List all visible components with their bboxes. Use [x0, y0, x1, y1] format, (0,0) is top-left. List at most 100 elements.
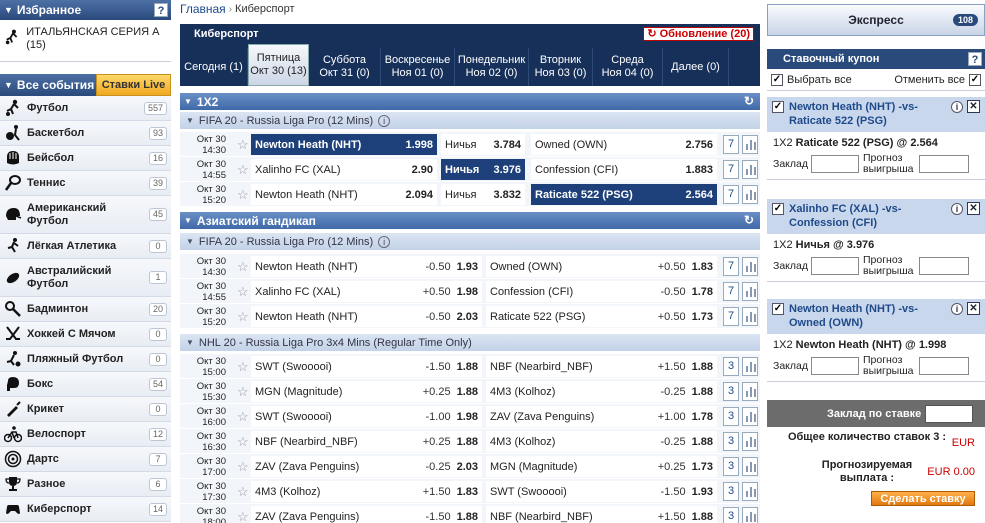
bet-checkbox[interactable]: ✓: [772, 303, 784, 315]
away-odds-button[interactable]: Raticate 522 (PSG) +0.50 1.73: [486, 306, 717, 327]
info-icon[interactable]: i: [951, 101, 963, 113]
refresh-icon[interactable]: ↻: [744, 213, 754, 227]
home-odds-button[interactable]: Xalinho FC (XAL) 2.90: [251, 159, 437, 180]
day-tab[interactable]: Сегодня (1): [180, 48, 248, 86]
stats-chart-icon[interactable]: [742, 135, 758, 154]
away-odds-button[interactable]: SWT (Swooooi) -1.50 1.93: [486, 481, 717, 502]
section-asian-handicap-header[interactable]: ▼ Азиатский гандикап ↻: [180, 212, 760, 229]
sidebar-item-sport[interactable]: Австралийский Футбол 1: [0, 259, 171, 297]
help-icon[interactable]: ?: [968, 52, 982, 66]
help-icon[interactable]: ?: [154, 3, 168, 17]
more-markets-button[interactable]: 3: [723, 482, 739, 501]
stats-chart-icon[interactable]: [742, 482, 758, 501]
sidebar-item-sport[interactable]: Американский Футбол 45: [0, 196, 171, 234]
close-icon[interactable]: ✕: [967, 302, 980, 315]
stats-chart-icon[interactable]: [742, 382, 758, 401]
breadcrumb-home-link[interactable]: Главная: [180, 2, 226, 16]
sidebar-item-sport[interactable]: Пляжный Футбол 0: [0, 347, 171, 372]
sidebar-item-sport[interactable]: Киберспорт 14: [0, 497, 171, 522]
draw-odds-button[interactable]: Ничья 3.784: [441, 134, 525, 155]
home-odds-button[interactable]: Newton Heath (NHT) -0.50 2.03: [251, 306, 482, 327]
away-odds-button[interactable]: Raticate 522 (PSG) 2.564: [531, 184, 717, 205]
more-markets-button[interactable]: 3: [723, 507, 739, 523]
star-icon[interactable]: ☆: [237, 509, 249, 523]
more-markets-button[interactable]: 3: [723, 382, 739, 401]
sidebar-item-sport[interactable]: Бейсбол 16: [0, 146, 171, 171]
sidebar-item-sport[interactable]: Футбол 557: [0, 96, 171, 121]
stake-input[interactable]: [811, 357, 859, 375]
away-odds-button[interactable]: Owned (OWN) +0.50 1.83: [486, 256, 717, 277]
more-markets-button[interactable]: 3: [723, 432, 739, 451]
league-header[interactable]: ▼ NHL 20 - Russia Liga Pro 3x4 Mins (Reg…: [180, 334, 760, 351]
sidebar-item-sport[interactable]: Крикет 0: [0, 397, 171, 422]
stats-chart-icon[interactable]: [742, 507, 758, 523]
home-odds-button[interactable]: Newton Heath (NHT) 2.094: [251, 184, 437, 205]
star-icon[interactable]: ☆: [237, 434, 249, 450]
home-odds-button[interactable]: Newton Heath (NHT) 1.998: [251, 134, 437, 155]
star-icon[interactable]: ☆: [237, 187, 249, 203]
more-markets-button[interactable]: 7: [723, 185, 739, 204]
stats-chart-icon[interactable]: [742, 357, 758, 376]
star-icon[interactable]: ☆: [237, 309, 249, 325]
stake-input[interactable]: [811, 155, 859, 173]
stake-per-bet-input[interactable]: [925, 404, 974, 423]
section-1x2-header[interactable]: ▼ 1X2 ↻: [180, 93, 760, 110]
all-events-tab[interactable]: ▼ Все события: [0, 74, 96, 96]
away-odds-button[interactable]: ZAV (Zava Penguins) +1.00 1.78: [486, 406, 717, 427]
stats-chart-icon[interactable]: [742, 257, 758, 276]
away-odds-button[interactable]: Owned (OWN) 2.756: [531, 134, 717, 155]
day-tab[interactable]: Воскресенье Ноя 01 (0): [381, 48, 455, 86]
stats-chart-icon[interactable]: [742, 407, 758, 426]
star-icon[interactable]: ☆: [237, 459, 249, 475]
sidebar-item-sport[interactable]: Теннис 39: [0, 171, 171, 196]
away-odds-button[interactable]: 4M3 (Kolhoz) -0.25 1.88: [486, 381, 717, 402]
day-tab[interactable]: Пятница Окт 30 (13): [248, 44, 309, 86]
more-markets-button[interactable]: 3: [723, 407, 739, 426]
stake-input[interactable]: [811, 257, 859, 275]
home-odds-button[interactable]: Xalinho FC (XAL) +0.50 1.98: [251, 281, 482, 302]
star-icon[interactable]: ☆: [237, 137, 249, 153]
sidebar-item-sport[interactable]: Дартс 7: [0, 447, 171, 472]
select-all-label[interactable]: Выбрать все: [787, 74, 894, 86]
star-icon[interactable]: ☆: [237, 284, 249, 300]
stats-chart-icon[interactable]: [742, 457, 758, 476]
more-markets-button[interactable]: 3: [723, 357, 739, 376]
home-odds-button[interactable]: ZAV (Zava Penguins) -1.50 1.88: [251, 506, 482, 523]
home-odds-button[interactable]: ZAV (Zava Penguins) -0.25 2.03: [251, 456, 482, 477]
favorites-header[interactable]: ▼ Избранное ?: [0, 0, 171, 20]
more-markets-button[interactable]: 7: [723, 282, 739, 301]
sidebar-item-sport[interactable]: Бадминтон 20: [0, 297, 171, 322]
sidebar-item-sport[interactable]: Хоккей С Мячом 0: [0, 322, 171, 347]
away-odds-button[interactable]: Confession (CFI) 1.883: [531, 159, 717, 180]
star-icon[interactable]: ☆: [237, 259, 249, 275]
close-icon[interactable]: ✕: [967, 100, 980, 113]
star-icon[interactable]: ☆: [237, 484, 249, 500]
more-markets-button[interactable]: 3: [723, 457, 739, 476]
stats-chart-icon[interactable]: [742, 307, 758, 326]
away-odds-button[interactable]: Confession (CFI) -0.50 1.78: [486, 281, 717, 302]
info-icon[interactable]: i: [378, 114, 391, 127]
sidebar-item-sport[interactable]: Лёгкая Атлетика 0: [0, 234, 171, 259]
info-icon[interactable]: i: [951, 303, 963, 315]
home-odds-button[interactable]: SWT (Swooooi) -1.50 1.88: [251, 356, 482, 377]
home-odds-button[interactable]: NBF (Nearbird_NBF) +0.25 1.88: [251, 431, 482, 452]
away-odds-button[interactable]: NBF (Nearbird_NBF) +1.50 1.88: [486, 356, 717, 377]
day-tab[interactable]: Среда Ноя 04 (0): [593, 48, 663, 86]
stats-chart-icon[interactable]: [742, 432, 758, 451]
close-icon[interactable]: ✕: [967, 202, 980, 215]
more-markets-button[interactable]: 7: [723, 257, 739, 276]
home-odds-button[interactable]: SWT (Swooooi) -1.00 1.98: [251, 406, 482, 427]
draw-odds-button[interactable]: Ничья 3.832: [441, 184, 525, 205]
sidebar-item-sport[interactable]: Баскетбол 93: [0, 121, 171, 146]
cancel-all-checkbox[interactable]: ✓: [969, 73, 981, 86]
cancel-all-link[interactable]: Отменить все: [894, 74, 965, 86]
stats-chart-icon[interactable]: [742, 185, 758, 204]
league-header[interactable]: ▼ FIFA 20 - Russia Liga Pro (12 Mins) i: [180, 112, 760, 129]
away-odds-button[interactable]: MGN (Magnitude) +0.25 1.73: [486, 456, 717, 477]
info-icon[interactable]: i: [378, 235, 391, 248]
favorite-item[interactable]: ИТАЛЬЯНСКАЯ СЕРИЯ А (15): [0, 20, 171, 62]
home-odds-button[interactable]: MGN (Magnitude) +0.25 1.88: [251, 381, 482, 402]
day-tab[interactable]: Суббота Окт 31 (0): [309, 48, 381, 86]
star-icon[interactable]: ☆: [237, 359, 249, 375]
more-markets-button[interactable]: 7: [723, 307, 739, 326]
